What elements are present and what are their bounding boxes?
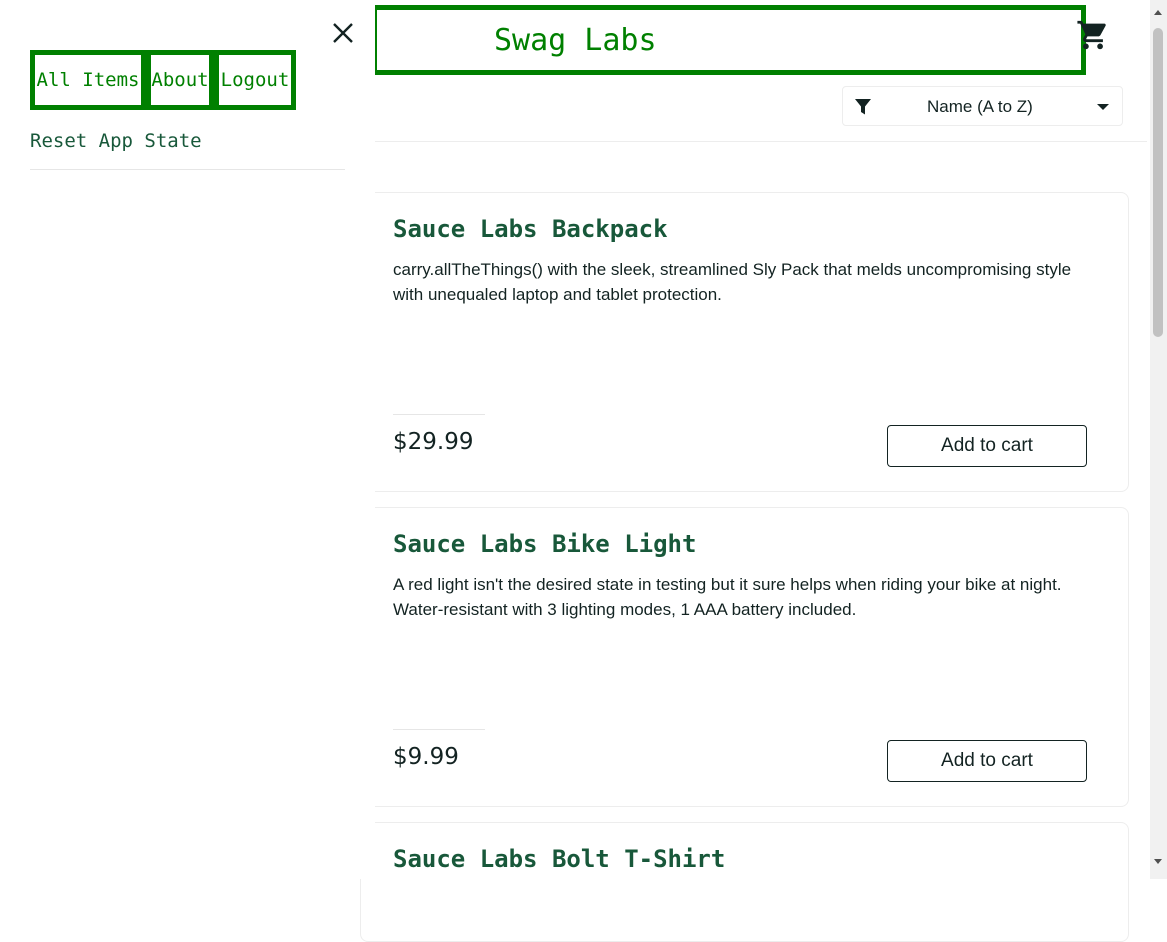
price-divider	[393, 414, 485, 415]
sort-dropdown[interactable]: Name (A to Z)	[842, 86, 1123, 126]
scroll-up-arrow-icon[interactable]	[1154, 10, 1162, 15]
app-title: Swag Labs	[494, 22, 657, 58]
shopping-cart-button[interactable]	[1076, 18, 1110, 52]
item-name-link[interactable]: Sauce Labs Bike Light	[393, 530, 696, 558]
scroll-down-arrow-icon[interactable]	[1154, 859, 1162, 864]
add-to-cart-button[interactable]: Add to cart	[887, 740, 1087, 782]
item-name-link[interactable]: Sauce Labs Bolt T-Shirt	[393, 845, 725, 873]
sidebar-item-about[interactable]: About	[146, 50, 214, 110]
header-divider	[375, 141, 1147, 142]
close-icon	[333, 23, 353, 43]
item-description: A red light isn't the desired state in t…	[393, 575, 1062, 619]
sidebar-item-logout[interactable]: Logout	[214, 50, 296, 110]
caret-down-icon	[1096, 102, 1110, 112]
item-price: $9.99	[393, 744, 459, 770]
item-price: $29.99	[393, 429, 474, 455]
header-title-box: Swag Labs	[372, 5, 1086, 75]
cart-icon	[1077, 20, 1106, 50]
sidebar-item-all-items[interactable]: All Items	[30, 50, 146, 110]
sidebar-item-reset-app-state[interactable]: Reset App State	[30, 130, 345, 170]
vertical-scrollbar[interactable]	[1150, 0, 1167, 879]
close-menu-button[interactable]	[330, 20, 356, 46]
sidebar-nav: All Items About Logout	[30, 50, 296, 110]
sort-selected-value: Name (A to Z)	[927, 97, 1033, 116]
inventory-item: Sauce Labs Backpack carry.allTheThings()…	[360, 192, 1129, 492]
price-divider	[393, 729, 485, 730]
scrollbar-thumb[interactable]	[1153, 28, 1163, 337]
item-description: carry.allTheThings() with the sleek, str…	[393, 260, 1072, 304]
sidebar-menu: All Items About Logout Reset App State	[0, 0, 375, 879]
item-name-link[interactable]: Sauce Labs Backpack	[393, 215, 668, 243]
filter-icon	[854, 98, 872, 116]
inventory-item: Sauce Labs Bolt T-Shirt	[360, 822, 1129, 942]
inventory-item: Sauce Labs Bike Light A red light isn't …	[360, 507, 1129, 807]
add-to-cart-button[interactable]: Add to cart	[887, 425, 1087, 467]
